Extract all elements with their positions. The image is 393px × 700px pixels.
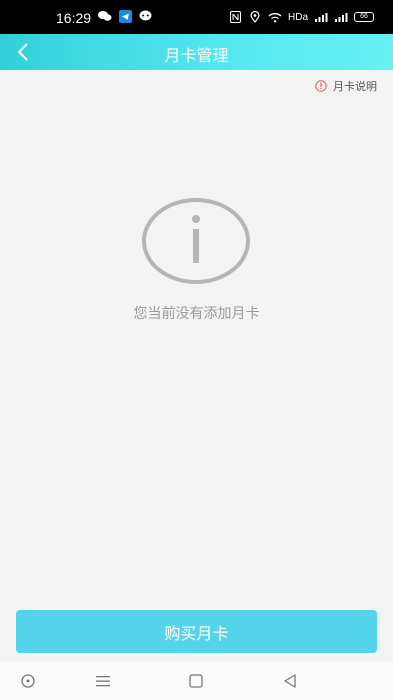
app-header: 月卡管理 (0, 34, 393, 70)
signal-icon (314, 10, 328, 24)
menu-icon[interactable] (94, 672, 112, 690)
circle-dot-icon[interactable] (19, 672, 37, 690)
buy-monthly-card-button[interactable]: 购买月卡 (16, 610, 377, 653)
status-notification-icons (98, 9, 152, 23)
status-time: 16:29 (56, 10, 92, 26)
monthly-card-help-link[interactable]: 月卡说明 (315, 78, 377, 94)
info-circle-icon (315, 80, 327, 92)
status-system-icons: HDa 66 (228, 10, 375, 24)
wifi-icon (268, 10, 282, 24)
nfc-icon (228, 10, 242, 24)
page-title: 月卡管理 (164, 46, 229, 65)
info-icon (142, 198, 250, 284)
signal-icon-secondary (334, 10, 348, 24)
empty-state-message: 您当前没有添加月卡 (133, 306, 260, 322)
system-nav-bar (0, 662, 393, 700)
chat-bubble-icon (138, 9, 152, 23)
triangle-left-icon[interactable] (281, 672, 299, 690)
square-icon[interactable] (187, 672, 205, 690)
location-icon (248, 10, 262, 24)
network-type-label: HDa (288, 11, 309, 23)
wechat-icon (98, 9, 112, 23)
battery-icon: 66 (354, 12, 375, 22)
help-link-label: 月卡说明 (333, 80, 377, 93)
status-bar: 16:29 HDa 66 (0, 0, 393, 34)
telegram-icon (118, 9, 132, 23)
